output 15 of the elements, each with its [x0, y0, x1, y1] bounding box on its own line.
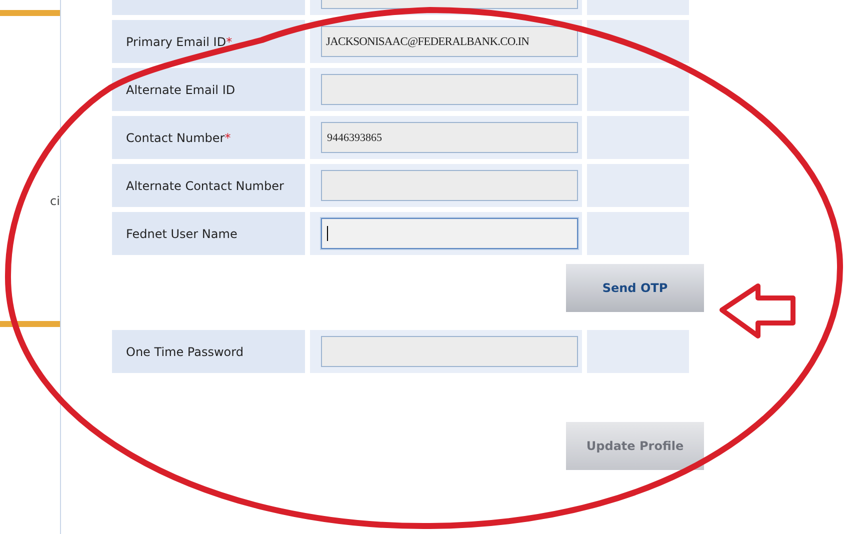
field-label: Primary Email ID*	[112, 20, 305, 63]
input-field[interactable]	[321, 74, 578, 105]
input-field[interactable]	[321, 218, 578, 249]
field-label: One Time Password	[112, 330, 305, 373]
field-label: Contact Number*	[112, 116, 305, 159]
input-field[interactable]: JACKSONISAAC@FEDERALBANK.CO.IN	[321, 26, 578, 57]
send-otp-button[interactable]: Send OTP	[566, 264, 704, 312]
input-field[interactable]	[321, 336, 578, 367]
field-label: Fednet User Name	[112, 212, 305, 255]
input-field[interactable]	[321, 170, 578, 201]
field-label: Alternate Contact Number	[112, 164, 305, 207]
arrow-icon	[720, 284, 796, 338]
field-label: Alternate Email ID	[112, 68, 305, 111]
input-field[interactable]: 9446393865	[321, 122, 578, 153]
sidebar-text: ci	[50, 194, 60, 208]
